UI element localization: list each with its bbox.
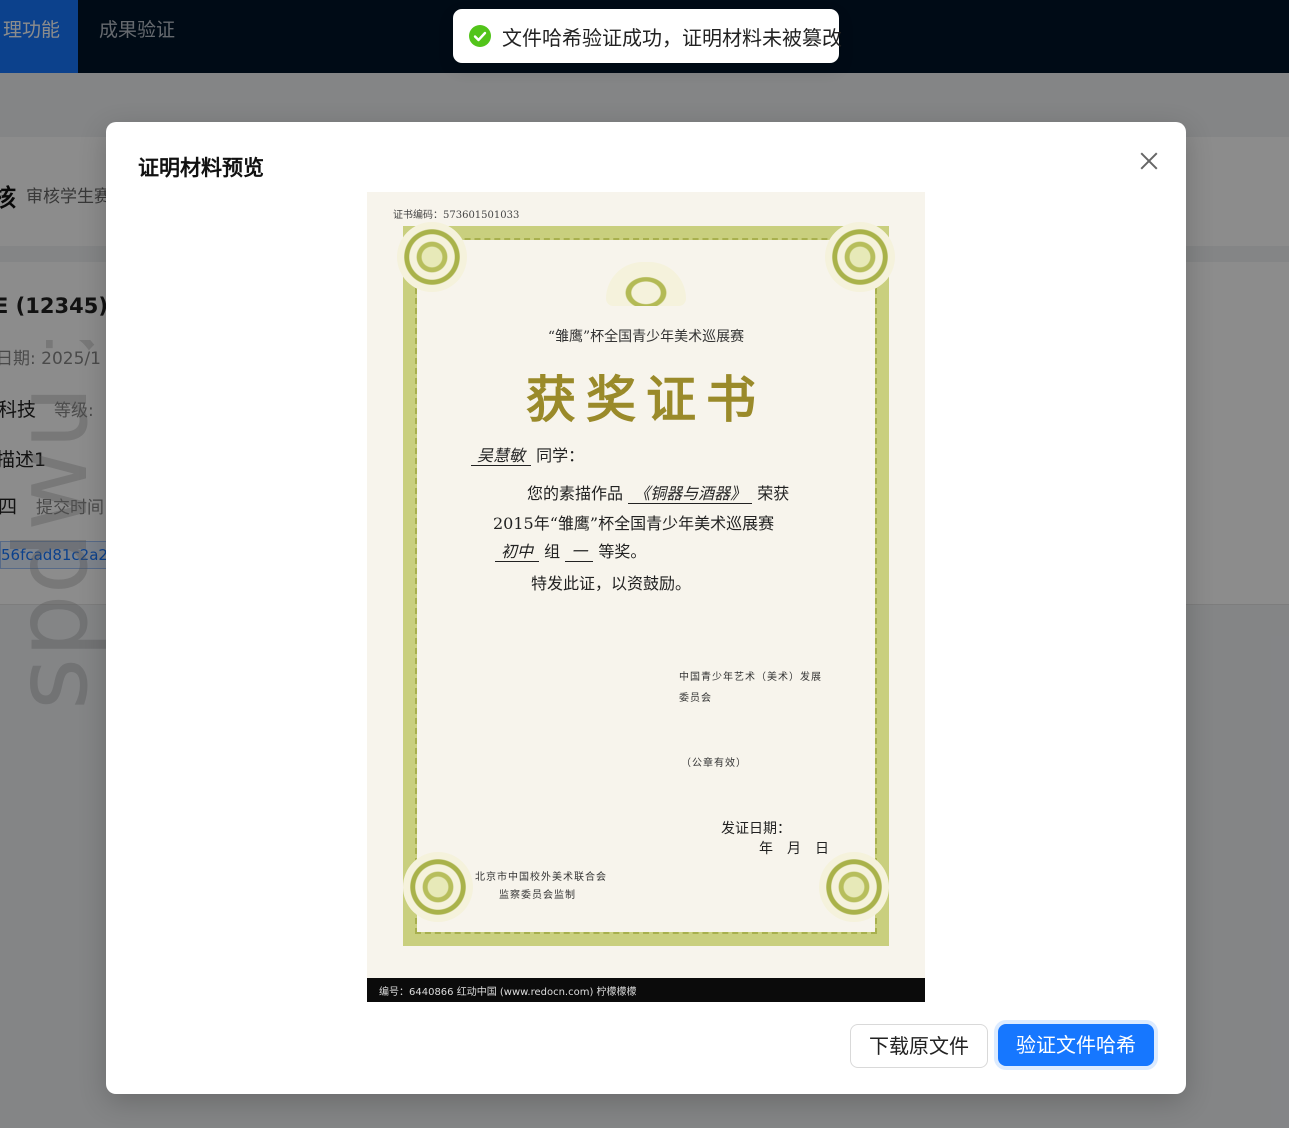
rank-value: 一 xyxy=(565,542,594,562)
org-line-1: 中国青少年艺术（美术）发展 xyxy=(679,672,822,683)
close-icon[interactable] xyxy=(1134,146,1164,176)
footer-org-2: 监察委员会监制 xyxy=(499,890,576,901)
line1-suffix: 荣获 xyxy=(757,484,790,503)
certificate-line-4: 特发此证，以资鼓励。 xyxy=(531,574,692,593)
group-label: 组 xyxy=(544,542,561,561)
certificate-line-2: 2015年“雏鹰”杯全国青少年美术巡展赛 xyxy=(493,514,775,533)
preview-modal: 证明材料预览 证书编码：573601501033 “雏鹰”杯全国青少年美术巡展赛… xyxy=(106,122,1186,1094)
success-toast: 文件哈希验证成功，证明材料未被篡改 xyxy=(453,9,842,63)
check-circle-icon xyxy=(469,25,491,47)
footer-org-1: 北京市中国校外美术联合会 xyxy=(475,872,607,883)
issue-date-fields: 年 月 日 xyxy=(759,841,829,857)
ornament-bottom-left xyxy=(403,852,473,922)
certificate-line-1: 您的素描作品 《铜器与酒器》 荣获 xyxy=(527,480,789,504)
greeting: 同学： xyxy=(536,446,585,465)
verify-hash-button[interactable]: 验证文件哈希 xyxy=(998,1024,1154,1066)
ornament-top-left xyxy=(397,222,467,292)
rank-label: 等奖。 xyxy=(598,542,647,561)
certificate-image: 证书编码：573601501033 “雏鹰”杯全国青少年美术巡展赛 获奖证书 吴… xyxy=(367,192,925,1002)
toast-message: 文件哈希验证成功，证明材料未被篡改 xyxy=(502,26,842,50)
line1-prefix: 您的素描作品 xyxy=(527,484,624,503)
seal-note: （公章有效） xyxy=(681,758,747,769)
certificate-number: 证书编码：573601501033 xyxy=(393,210,520,221)
issue-date-label: 发证日期： xyxy=(721,821,791,837)
certificate-line-3: 初中 组 一 等奖。 xyxy=(495,538,646,562)
download-original-button[interactable]: 下载原文件 xyxy=(850,1024,988,1068)
work-title: 《铜器与酒器》 xyxy=(628,484,753,504)
ornament-bottom-right xyxy=(819,852,889,922)
image-watermark-bar: 编号：6440866 红动中国 (www.redocn.com) 柠檬檬檬 xyxy=(367,978,925,1002)
org-line-2: 委员会 xyxy=(679,693,712,704)
group-value: 初中 xyxy=(495,542,540,562)
modal-title: 证明材料预览 xyxy=(138,156,264,180)
ornament-top-right xyxy=(825,222,895,292)
certificate-recipient-line: 吴慧敏 同学： xyxy=(471,442,584,466)
certificate-title: 获奖证书 xyxy=(526,370,766,429)
certificate-subtitle: “雏鹰”杯全国青少年美术巡展赛 xyxy=(547,329,745,345)
recipient-name: 吴慧敏 xyxy=(471,446,532,466)
